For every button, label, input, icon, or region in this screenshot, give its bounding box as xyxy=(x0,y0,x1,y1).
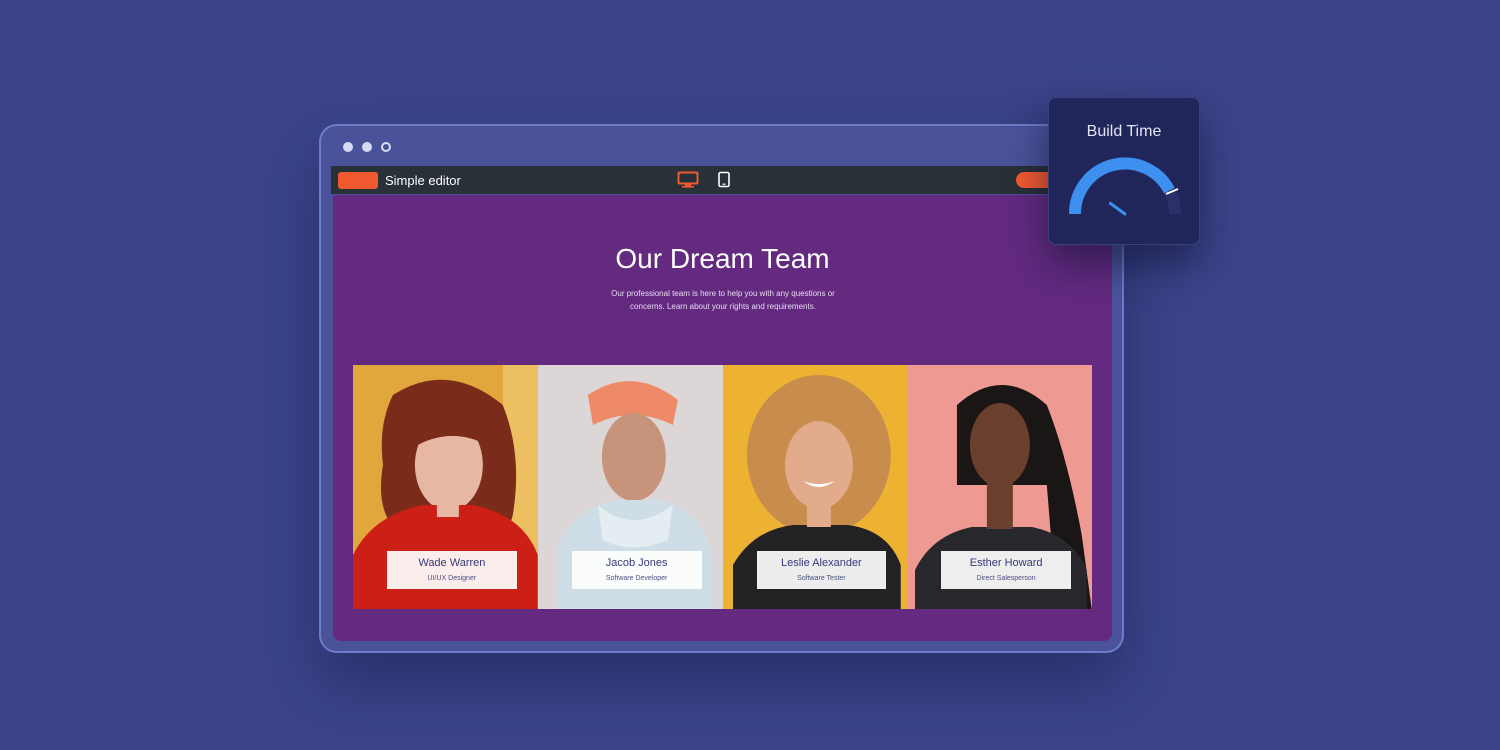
brand-logo xyxy=(338,172,378,189)
desktop-icon xyxy=(677,171,699,188)
team-card[interactable]: Jacob Jones Software Developer xyxy=(537,365,723,609)
build-time-widget: Build Time xyxy=(1048,97,1200,245)
team-member-role: Software Developer xyxy=(605,575,668,582)
team-card[interactable]: Wade Warren UI/UX Designer xyxy=(353,365,538,609)
team-member-label: Wade Warren UI/UX Designer xyxy=(387,551,517,589)
team-member-name: Wade Warren xyxy=(418,557,486,569)
page-subtitle: Our professional team is here to help yo… xyxy=(611,289,835,311)
editor-canvas: Our Dream Team Our professional team is … xyxy=(333,195,1112,641)
page-title: Our Dream Team xyxy=(615,243,830,274)
team-member-label: Leslie Alexander Software Tester xyxy=(756,551,887,589)
window-dot-minimize[interactable] xyxy=(362,142,372,152)
editor-toolbar: Simple editor xyxy=(331,166,1112,194)
tablet-icon xyxy=(718,171,730,188)
tablet-view-button[interactable] xyxy=(717,171,731,193)
team-member-name: Leslie Alexander xyxy=(781,557,862,569)
team-card[interactable]: Leslie Alexander Software Tester xyxy=(722,365,908,609)
editor-title: Simple editor xyxy=(385,173,461,188)
widget-title: Build Time xyxy=(1086,123,1162,140)
desktop-view-button[interactable] xyxy=(677,171,699,193)
speedometer-gauge xyxy=(1068,157,1181,216)
window-dot-close[interactable] xyxy=(343,142,353,152)
team-member-label: Esther Howard Direct Salesperson xyxy=(941,551,1071,589)
team-member-label: Jacob Jones Software Developer xyxy=(571,551,702,589)
browser-window: Simple editor Our Dream Team Our profess… xyxy=(319,124,1124,653)
team-grid: Wade Warren UI/UX Designer Jacob Jones S… xyxy=(353,365,1092,609)
window-dot-maximize[interactable] xyxy=(381,142,391,152)
team-member-name: Esther Howard xyxy=(969,557,1043,569)
team-member-role: Software Tester xyxy=(797,575,846,582)
team-member-name: Jacob Jones xyxy=(605,557,668,569)
window-controls xyxy=(343,142,391,152)
team-member-role: Direct Salesperson xyxy=(976,575,1036,582)
team-card[interactable]: Esther Howard Direct Salesperson xyxy=(907,365,1092,609)
team-member-role: UI/UX Designer xyxy=(427,575,477,582)
